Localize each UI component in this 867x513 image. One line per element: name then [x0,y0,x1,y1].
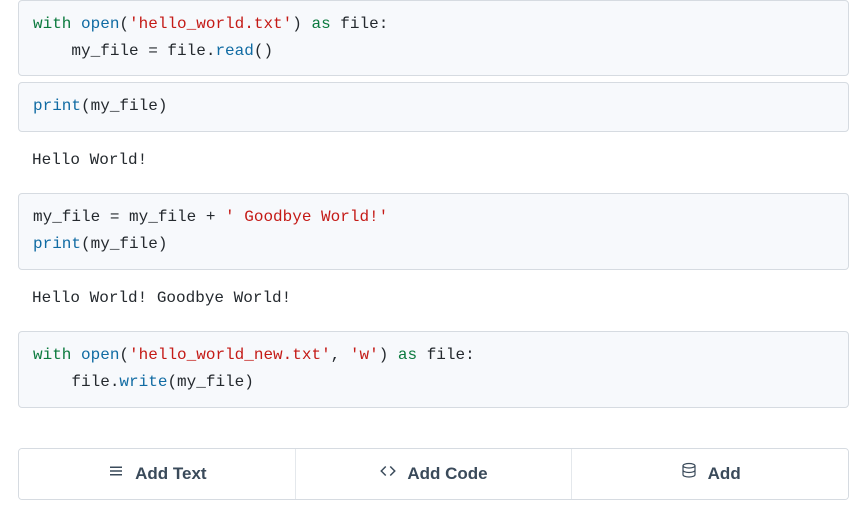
code-token: print [33,97,81,115]
add-data-label: Add [708,464,741,484]
add-data-button[interactable]: Add [572,449,848,499]
code-token: file: [340,15,388,33]
code-token: file. [71,373,119,391]
code-token: () [254,42,273,60]
code-token: 'hello_world.txt' [129,15,292,33]
output-cell: Hello World! Goodbye World! [18,276,849,322]
code-token: file: [427,346,475,364]
code-icon [379,462,397,485]
notebook: with open('hello_world.txt') as file: my… [0,0,867,408]
code-token: open [81,15,119,33]
code-token: 'hello_world_new.txt' [129,346,331,364]
code-cell[interactable]: with open('hello_world_new.txt', 'w') as… [18,331,849,407]
code-token: 'w' [350,346,379,364]
code-cell[interactable]: with open('hello_world.txt') as file: my… [18,0,849,76]
code-cell[interactable]: print(my_file) [18,82,849,131]
code-token: ( [119,346,129,364]
menu-icon [107,462,125,485]
code-token: ) [379,346,398,364]
code-token: with [33,15,71,33]
code-token: (my_file) [167,373,253,391]
code-token: ( [119,15,129,33]
add-code-button[interactable]: Add Code [296,449,573,499]
code-token: print [33,235,81,253]
output-cell: Hello World! [18,138,849,184]
code-token: read [215,42,253,60]
code-token: ) [292,15,311,33]
code-token: my_file = my_file + [33,208,225,226]
database-icon [680,462,698,485]
add-text-button[interactable]: Add Text [19,449,296,499]
code-token: my_file = file. [71,42,215,60]
code-token: (my_file) [81,97,167,115]
code-token: (my_file) [81,235,167,253]
toolbar: Add Text Add Code Add [18,448,849,500]
add-text-label: Add Text [135,464,206,484]
code-token: as [398,346,417,364]
code-cell[interactable]: my_file = my_file + ' Goodbye World!' pr… [18,193,849,269]
code-token: with [33,346,71,364]
code-token: open [81,346,119,364]
code-token: as [311,15,330,33]
add-code-label: Add Code [407,464,487,484]
code-token: , [331,346,350,364]
code-token: ' Goodbye World!' [225,208,388,226]
code-token: write [119,373,167,391]
